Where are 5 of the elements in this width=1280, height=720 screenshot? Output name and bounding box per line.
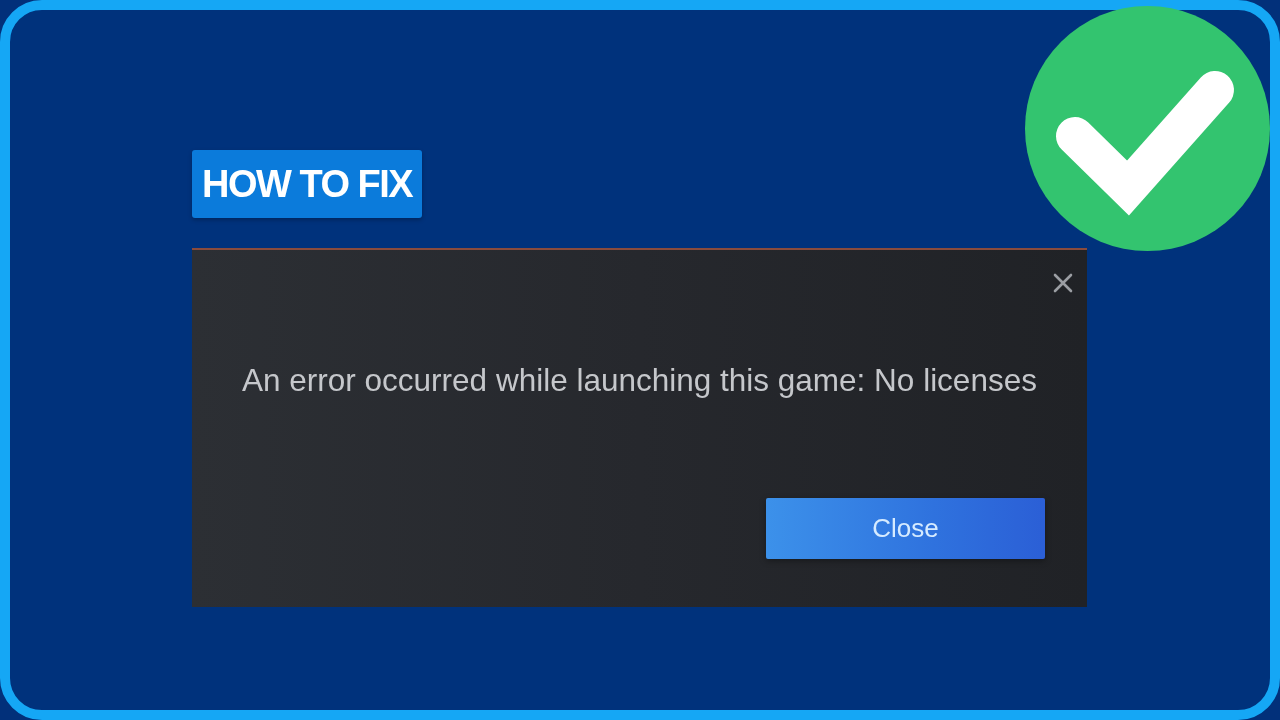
error-message: An error occurred while launching this game: No licenses (242, 363, 1037, 397)
close-button[interactable]: Close (766, 498, 1045, 559)
how-to-fix-badge: HOW TO FIX (192, 150, 423, 218)
check-circle-icon (1025, 6, 1270, 251)
close-icon[interactable] (1053, 273, 1073, 293)
